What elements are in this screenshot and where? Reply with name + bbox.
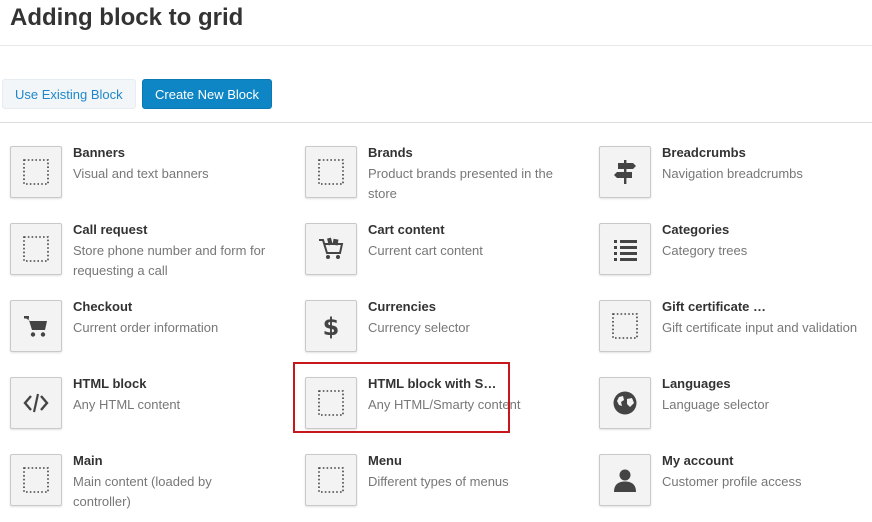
- block-item-languages[interactable]: Languages Language selector: [599, 375, 872, 445]
- block-description: Category trees: [662, 243, 748, 258]
- block-name[interactable]: Checkout: [73, 299, 132, 314]
- block-description: Product brands presented in the store: [368, 166, 554, 201]
- block-name[interactable]: Breadcrumbs: [662, 145, 746, 160]
- block-name[interactable]: Currencies: [368, 299, 436, 314]
- list-icon: [614, 240, 637, 261]
- block-icon-button[interactable]: [599, 146, 651, 198]
- dotted-square-icon: [318, 467, 344, 493]
- dotted-square-icon: [318, 159, 344, 185]
- globe-icon: [613, 391, 637, 415]
- block-item-banners[interactable]: Banners Visual and text banners: [10, 144, 290, 214]
- block-icon-button[interactable]: [10, 454, 62, 506]
- block-description: Different types of menus: [368, 474, 509, 489]
- use-existing-block-tab[interactable]: Use Existing Block: [2, 79, 136, 109]
- block-item-categories[interactable]: Categories Category trees: [599, 221, 872, 291]
- block-icon-button[interactable]: [305, 454, 357, 506]
- block-item-brands[interactable]: Brands Product brands presented in the st…: [305, 144, 585, 214]
- block-item-menu[interactable]: Menu Different types of menus: [305, 452, 585, 522]
- block-description: Main content (loaded by controller): [73, 474, 212, 509]
- block-name[interactable]: Languages: [662, 376, 731, 391]
- block-description: Store phone number and form for requesti…: [73, 243, 266, 278]
- block-icon-button[interactable]: [10, 377, 62, 429]
- block-name[interactable]: Categories: [662, 222, 729, 237]
- block-icon-button[interactable]: [10, 300, 62, 352]
- cart-icon: [24, 316, 47, 337]
- block-name[interactable]: Menu: [368, 453, 402, 468]
- block-description: Current cart content: [368, 243, 483, 258]
- block-icon-button[interactable]: [305, 223, 357, 275]
- block-name[interactable]: Call request: [73, 222, 147, 237]
- dotted-square-icon: [23, 467, 49, 493]
- block-item-cart-content[interactable]: Cart content Current cart content: [305, 221, 585, 291]
- block-icon-button[interactable]: [599, 377, 651, 429]
- tabs-divider: [0, 122, 872, 123]
- block-item-currencies[interactable]: $ Currencies Currency selector: [305, 298, 585, 368]
- block-icon-button[interactable]: $: [305, 300, 357, 352]
- block-name[interactable]: Brands: [368, 145, 413, 160]
- block-icon-button[interactable]: [599, 223, 651, 275]
- signpost-icon: [614, 160, 636, 184]
- title-divider: [0, 45, 872, 46]
- block-description: Any HTML content: [73, 397, 181, 412]
- block-description: Visual and text banners: [73, 166, 209, 181]
- block-description: Language selector: [662, 397, 769, 412]
- block-icon-button[interactable]: [305, 146, 357, 198]
- dotted-square-icon: [612, 313, 638, 339]
- block-name[interactable]: Cart content: [368, 222, 445, 237]
- block-description: Customer profile access: [662, 474, 802, 489]
- block-name[interactable]: Banners: [73, 145, 125, 160]
- dotted-square-icon: [23, 236, 49, 262]
- user-icon: [614, 469, 636, 492]
- block-item-main[interactable]: Main Main content (loaded by controller): [10, 452, 290, 522]
- block-name[interactable]: Main: [73, 453, 103, 468]
- block-name[interactable]: HTML block: [73, 376, 146, 391]
- dotted-square-icon: [23, 159, 49, 185]
- svg-text:$: $: [323, 313, 340, 339]
- block-name[interactable]: My account: [662, 453, 734, 468]
- block-icon-button[interactable]: [599, 300, 651, 352]
- block-item-breadcrumbs[interactable]: Breadcrumbs Navigation breadcrumbs: [599, 144, 872, 214]
- block-icon-button[interactable]: [10, 146, 62, 198]
- block-description: Navigation breadcrumbs: [662, 166, 803, 181]
- code-icon: [23, 393, 49, 413]
- block-icon-button[interactable]: [10, 223, 62, 275]
- block-description: Current order information: [73, 320, 219, 335]
- block-item-call-request[interactable]: Call request Store phone number and form …: [10, 221, 290, 291]
- selection-highlight: [293, 362, 510, 433]
- dollar-icon: $: [323, 313, 340, 339]
- create-new-block-tab[interactable]: Create New Block: [142, 79, 273, 109]
- page-title: Adding block to grid: [10, 4, 244, 31]
- block-item-my-account[interactable]: My account Customer profile access: [599, 452, 872, 522]
- block-item-gift-certificate[interactable]: Gift certificate … Gift certificate input…: [599, 298, 872, 368]
- cart-full-icon: [319, 237, 344, 259]
- block-description: Currency selector: [368, 320, 470, 335]
- block-icon-button[interactable]: [599, 454, 651, 506]
- block-item-checkout[interactable]: Checkout Current order information: [10, 298, 290, 368]
- block-name[interactable]: Gift certificate …: [662, 299, 766, 314]
- block-item-html-block[interactable]: HTML block Any HTML content: [10, 375, 290, 445]
- block-description: Gift certificate input and validation: [662, 320, 858, 335]
